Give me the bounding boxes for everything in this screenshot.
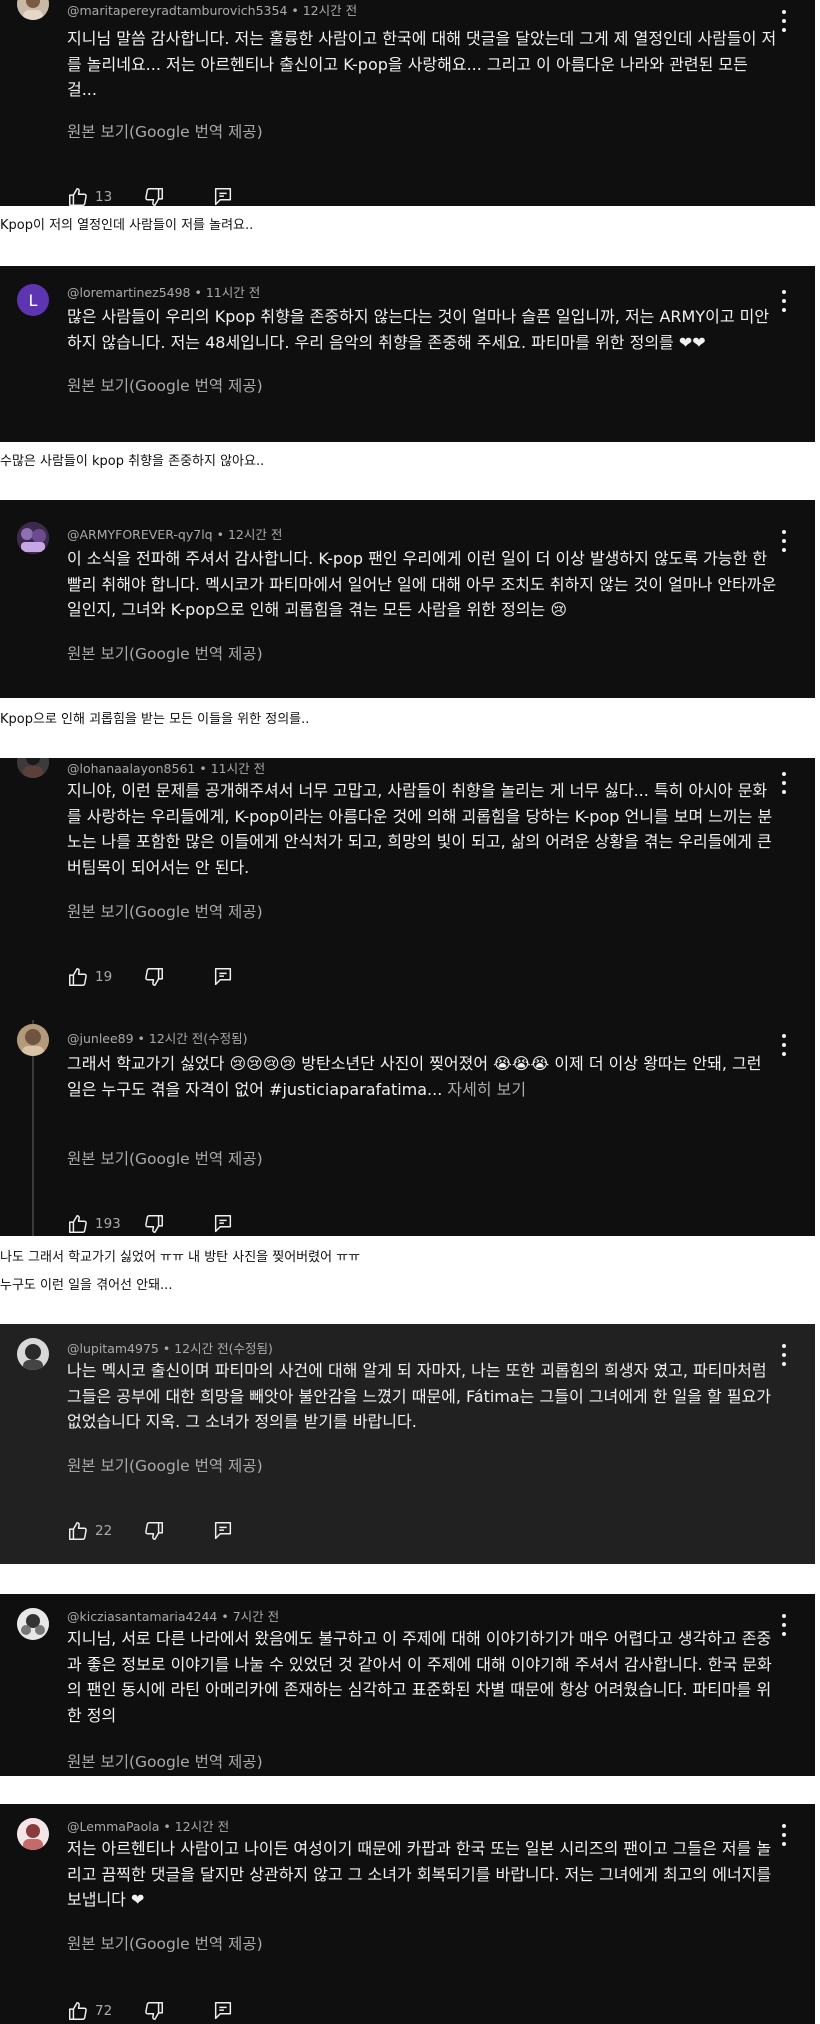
comment-text: 저는 아르헨티나 사람이고 나이든 여성이기 때문에 카팝과 한국 또는 일본 … — [67, 1839, 772, 1910]
reply-icon[interactable] — [212, 2000, 234, 2022]
author-handle[interactable]: @kicziasantamaria4244 — [67, 1609, 217, 1624]
comment-timestamp[interactable]: 12시간 전(수정됨) — [174, 1341, 273, 1356]
caption: 수많은 사람들이 kpop 취향을 존중하지 않아요.. — [0, 454, 265, 469]
comment-meta: @junlee89 • 12시간 전(수정됨) — [67, 1031, 248, 1046]
comment-timestamp[interactable]: 12시간 전(수정됨) — [149, 1031, 248, 1046]
like-count: 72 — [95, 2003, 113, 2019]
comment-timestamp[interactable]: 11시간 전 — [206, 285, 260, 300]
thumbs-down-icon[interactable] — [143, 1520, 165, 1542]
comment-text: 지니야, 이런 문제를 공개해주셔서 너무 고맙고, 사람들이 취향을 놀리는 … — [67, 781, 773, 878]
comment-card: @lohanaalayon8561 • 11시간 전 지니야, 이런 문제를 공… — [0, 758, 815, 1236]
comment-card: @lupitam4975 • 12시간 전(수정됨) 나는 멕시코 출신이며 파… — [0, 1324, 815, 1564]
comment-text: 많은 사람들이 우리의 Kpop 취향을 존중하지 않는다는 것이 얼마나 슬픈… — [67, 307, 770, 352]
comment-meta: @loremartinez5498 • 11시간 전 — [67, 285, 261, 300]
comment-card: @maritapereyradtamburovich5354 • 12시간 전 … — [0, 0, 815, 206]
caption: Kpop이 저의 열정인데 사람들이 저를 놀려요.. — [0, 218, 254, 233]
thumbs-down-icon[interactable] — [143, 2000, 165, 2022]
avatar[interactable] — [17, 1024, 49, 1056]
like-count: 193 — [95, 1216, 121, 1232]
see-original-link[interactable]: 원본 보기(Google 번역 제공) — [67, 1454, 263, 1476]
thumbs-up-icon[interactable] — [67, 186, 89, 206]
author-handle[interactable]: @maritapereyradtamburovich5354 — [67, 3, 287, 18]
avatar[interactable] — [17, 1818, 49, 1850]
comment-timestamp[interactable]: 11시간 전 — [211, 761, 265, 776]
caption: 나도 그래서 학교가기 싫었어 ㅠㅠ 내 방탄 사진을 찢어버렸어 ㅠㅠ — [0, 1250, 361, 1265]
avatar[interactable] — [17, 758, 49, 778]
avatar[interactable] — [17, 1608, 49, 1640]
avatar[interactable]: L — [17, 284, 49, 316]
comment-meta: @kicziasantamaria4244 • 7시간 전 — [67, 1609, 280, 1624]
thumbs-up-icon[interactable] — [67, 966, 89, 988]
comment-meta: @ARMYFOREVER-qy7lq • 12시간 전 — [67, 527, 283, 542]
reply-icon[interactable] — [212, 1213, 234, 1235]
comment-meta: @LemmaPaola • 12시간 전 — [67, 1819, 230, 1834]
comment-text: 그래서 학교가기 싫었다 😢😢😢😢 방탄소년단 사진이 찢어졌어 😭😭😭 이제 … — [67, 1051, 779, 1102]
avatar-letter: L — [28, 290, 38, 310]
comment-timestamp[interactable]: 12시간 전 — [228, 527, 282, 542]
comment-meta: @lohanaalayon8561 • 11시간 전 — [67, 761, 266, 776]
author-handle[interactable]: @lupitam4975 — [67, 1341, 159, 1356]
author-handle[interactable]: @junlee89 — [67, 1031, 134, 1046]
comment-text: 지니님 말씀 감사합니다. 저는 훌륭한 사람이고 한국에 대해 댓글을 달았는… — [67, 29, 777, 100]
see-original-link[interactable]: 원본 보기(Google 번역 제공) — [67, 900, 263, 922]
reply-icon[interactable] — [212, 1520, 234, 1542]
author-handle[interactable]: @lohanaalayon8561 — [67, 761, 195, 776]
caption: 누구도 이런 일을 겪어선 안돼... — [0, 1278, 173, 1293]
thumbs-up-icon[interactable] — [67, 2000, 89, 2022]
caption: Kpop으로 인해 괴롭힘을 받는 모든 이들을 위한 정의를.. — [0, 712, 310, 727]
thumbs-down-icon[interactable] — [143, 966, 165, 988]
see-original-link[interactable]: 원본 보기(Google 번역 제공) — [67, 1750, 263, 1772]
like-count: 22 — [95, 1523, 113, 1539]
comment-text: 이 소식을 전파해 주셔서 감사합니다. K-pop 팬인 우리에게 이런 일이… — [67, 549, 777, 620]
comment-meta: @lupitam4975 • 12시간 전(수정됨) — [67, 1341, 273, 1356]
avatar[interactable] — [17, 1338, 49, 1370]
see-original-link[interactable]: 원본 보기(Google 번역 제공) — [67, 120, 263, 142]
thumbs-up-icon[interactable] — [67, 1520, 89, 1542]
see-original-link[interactable]: 원본 보기(Google 번역 제공) — [67, 374, 263, 396]
thumbs-down-icon[interactable] — [143, 186, 165, 206]
comment-card: @ARMYFOREVER-qy7lq • 12시간 전 이 소식을 전파해 주셔… — [0, 500, 815, 698]
comment-card: L @loremartinez5498 • 11시간 전 많은 사람들이 우리의… — [0, 266, 815, 442]
thumbs-up-icon[interactable] — [67, 1213, 89, 1235]
thumbs-down-icon[interactable] — [143, 1213, 165, 1235]
comment-card: @kicziasantamaria4244 • 7시간 전 지니님, 서로 다른… — [0, 1594, 815, 1776]
reply-icon[interactable] — [212, 966, 234, 988]
author-handle[interactable]: @ARMYFOREVER-qy7lq — [67, 527, 213, 542]
reply-text: 그래서 학교가기 싫었다 😢😢😢😢 방탄소년단 사진이 찢어졌어 😭😭😭 이제 … — [67, 1054, 762, 1099]
comment-timestamp[interactable]: 7시간 전 — [233, 1609, 279, 1624]
comment-card: @LemmaPaola • 12시간 전 저는 아르헨티나 사람이고 나이든 여… — [0, 1804, 815, 2024]
see-original-link[interactable]: 원본 보기(Google 번역 제공) — [67, 642, 263, 664]
see-original-link[interactable]: 원본 보기(Google 번역 제공) — [67, 1147, 263, 1169]
author-handle[interactable]: @LemmaPaola — [67, 1819, 159, 1834]
see-original-link[interactable]: 원본 보기(Google 번역 제공) — [67, 1932, 263, 1954]
comment-text: 지니님, 서로 다른 나라에서 왔음에도 불구하고 이 주제에 대해 이야기하기… — [67, 1629, 772, 1726]
like-count: 19 — [95, 969, 113, 985]
comment-timestamp[interactable]: 12시간 전 — [175, 1819, 229, 1834]
see-more-link[interactable]: 자세히 보기 — [447, 1080, 526, 1099]
author-handle[interactable]: @loremartinez5498 — [67, 285, 191, 300]
reply-icon[interactable] — [212, 186, 234, 206]
avatar[interactable] — [17, 522, 49, 554]
comment-text: 나는 멕시코 출신이며 파티마의 사건에 대해 알게 되 자마자, 나는 또한 … — [67, 1361, 772, 1432]
like-count: 13 — [95, 189, 113, 205]
comment-meta: @maritapereyradtamburovich5354 • 12시간 전 — [67, 3, 358, 18]
avatar[interactable] — [17, 0, 49, 20]
comment-timestamp[interactable]: 12시간 전 — [303, 3, 357, 18]
